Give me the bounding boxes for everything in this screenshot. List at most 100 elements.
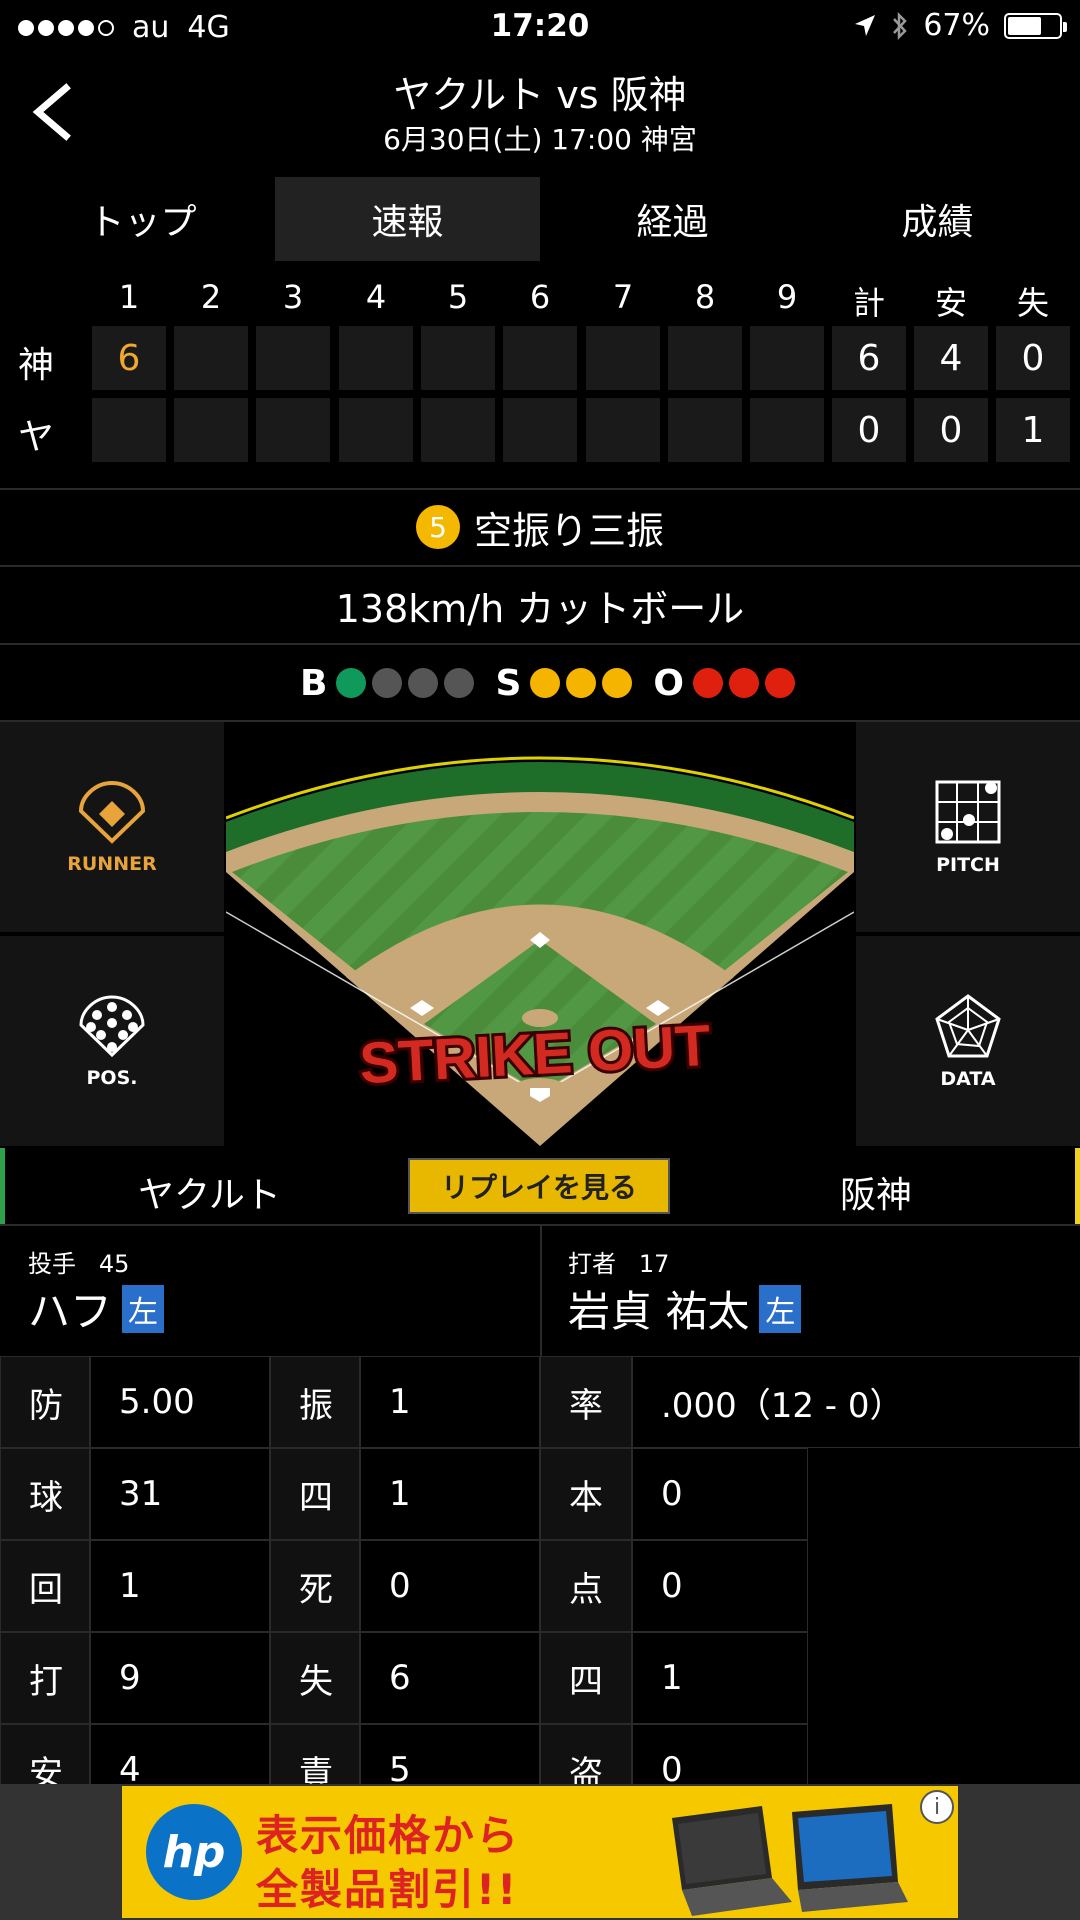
team-abbr: 神 [18, 345, 55, 386]
total-header: 安 [934, 284, 967, 322]
batter-hand-badge: 左 [759, 1284, 802, 1333]
out-indicator [729, 668, 759, 698]
out-indicator [765, 668, 795, 698]
strike-count-label: S [495, 662, 522, 704]
replay-button[interactable]: リプレイを見る [408, 1158, 670, 1214]
inning-score [256, 398, 330, 462]
inning-score [421, 398, 495, 462]
total-score: 1 [996, 398, 1070, 462]
pitch-label: PITCH [936, 854, 1000, 876]
inning-score: 6 [92, 326, 166, 390]
stat-label: 四 [540, 1632, 632, 1724]
pitch-info-row: 138km/h カットボール [0, 568, 1080, 642]
stat-label: 回 [0, 1540, 90, 1632]
ad-banner[interactable]: hp 表示価格から 全製品割引!! i [0, 1784, 1080, 1920]
ball-indicator [444, 668, 475, 698]
total-header: 失 [1016, 284, 1049, 322]
inning-score [503, 326, 577, 390]
team-bar: ヤクルト リプレイを見る 阪神 [0, 1148, 1080, 1224]
stat-value: 0 [632, 1540, 808, 1632]
runner-label: RUNNER [67, 853, 157, 875]
inning-header: 3 [282, 278, 304, 316]
count-row: BSO [0, 646, 1080, 720]
stat-label: 四 [270, 1448, 360, 1540]
stat-label: 本 [540, 1448, 632, 1540]
location-arrow-icon [855, 14, 876, 36]
inning-score [750, 326, 824, 390]
home-team-name: ヤクルト [138, 1175, 281, 1216]
team-abbr: ヤ [18, 417, 55, 458]
batter-header: 打者 17 [568, 1250, 670, 1278]
batter-name: 岩貞 祐太 [568, 1287, 750, 1336]
inning-header: 4 [365, 278, 387, 316]
ball-count-label: B [300, 662, 328, 704]
ad-creative[interactable]: hp 表示価格から 全製品割引!! i [122, 1786, 958, 1918]
ball-indicator [408, 668, 439, 698]
ad-line-2: 全製品割引!! [256, 1865, 519, 1914]
divider [0, 565, 1080, 567]
inning-header: 7 [612, 278, 634, 316]
tab-progress[interactable]: 経過 [540, 177, 805, 261]
tab-stats[interactable]: 成績 [805, 177, 1070, 261]
divider [540, 1226, 542, 1356]
play-result: 空振り三振 [473, 508, 664, 553]
stat-value: 9 [90, 1632, 270, 1724]
position-diamond-icon [79, 995, 145, 1058]
position-label: POS. [86, 1067, 138, 1089]
inning-score [92, 398, 166, 462]
stat-value: 1 [90, 1540, 270, 1632]
stat-label: 打 [0, 1632, 90, 1724]
stat-value: 31 [90, 1448, 270, 1540]
strike-out-banner: STRIKE OUT [355, 1012, 715, 1099]
hp-logo: hp [146, 1804, 242, 1900]
inning-score [256, 326, 330, 390]
inning-header: 8 [694, 278, 716, 316]
stat-label: 球 [0, 1448, 90, 1540]
field-view: STRIKE OUT [226, 722, 854, 1146]
inning-score [503, 398, 577, 462]
data-label: DATA [940, 1068, 996, 1090]
strike-indicator [530, 668, 561, 698]
runner-button[interactable]: RUNNER [0, 722, 224, 932]
stat-value: .000（12 - 0） [632, 1356, 1080, 1448]
pitch-button[interactable]: PITCH [856, 722, 1080, 932]
stat-value: 1 [360, 1448, 540, 1540]
stat-label: 防 [0, 1356, 90, 1448]
game-datetime: 6月30日(土) 17:00 神宮 [383, 123, 697, 156]
inning-score [174, 398, 248, 462]
stat-value: 6 [360, 1632, 540, 1724]
svg-text:STRIKE OUT: STRIKE OUT [358, 1013, 712, 1096]
stat-label: 点 [540, 1540, 632, 1632]
tab-top[interactable]: トップ [10, 177, 275, 261]
pitcher-header: 投手 45 [28, 1250, 130, 1278]
inning-score [586, 398, 660, 462]
stat-value: 1 [360, 1356, 540, 1448]
inning-score [339, 326, 413, 390]
stat-value: 5.00 [90, 1356, 270, 1448]
laptop-image [672, 1804, 908, 1916]
total-score: 4 [914, 326, 988, 390]
pitch-grid-icon [935, 780, 1001, 844]
inning-score [174, 326, 248, 390]
out-indicator [693, 668, 723, 698]
inning-header: 9 [776, 278, 798, 316]
ad-info-icon[interactable]: i [920, 1790, 954, 1824]
stat-label: 失 [270, 1632, 360, 1724]
play-result-row: 5 空振り三振 [0, 490, 1080, 564]
pitcher-hand-badge: 左 [122, 1284, 165, 1333]
total-header: 計 [852, 284, 885, 322]
inning-score [339, 398, 413, 462]
position-button[interactable]: POS. [0, 936, 224, 1146]
stat-label: 振 [270, 1356, 360, 1448]
inning-score [668, 326, 742, 390]
inning-score [668, 398, 742, 462]
stat-label: 死 [270, 1540, 360, 1632]
bluetooth-icon [893, 11, 908, 40]
ad-line-1: 表示価格から [256, 1811, 521, 1860]
inning-header: 2 [200, 278, 222, 316]
stat-value: 1 [632, 1632, 808, 1724]
tab-live[interactable]: 速報 [275, 177, 540, 261]
data-button[interactable]: DATA [856, 936, 1080, 1146]
runner-diamond-icon [78, 780, 146, 844]
inning-score [421, 326, 495, 390]
